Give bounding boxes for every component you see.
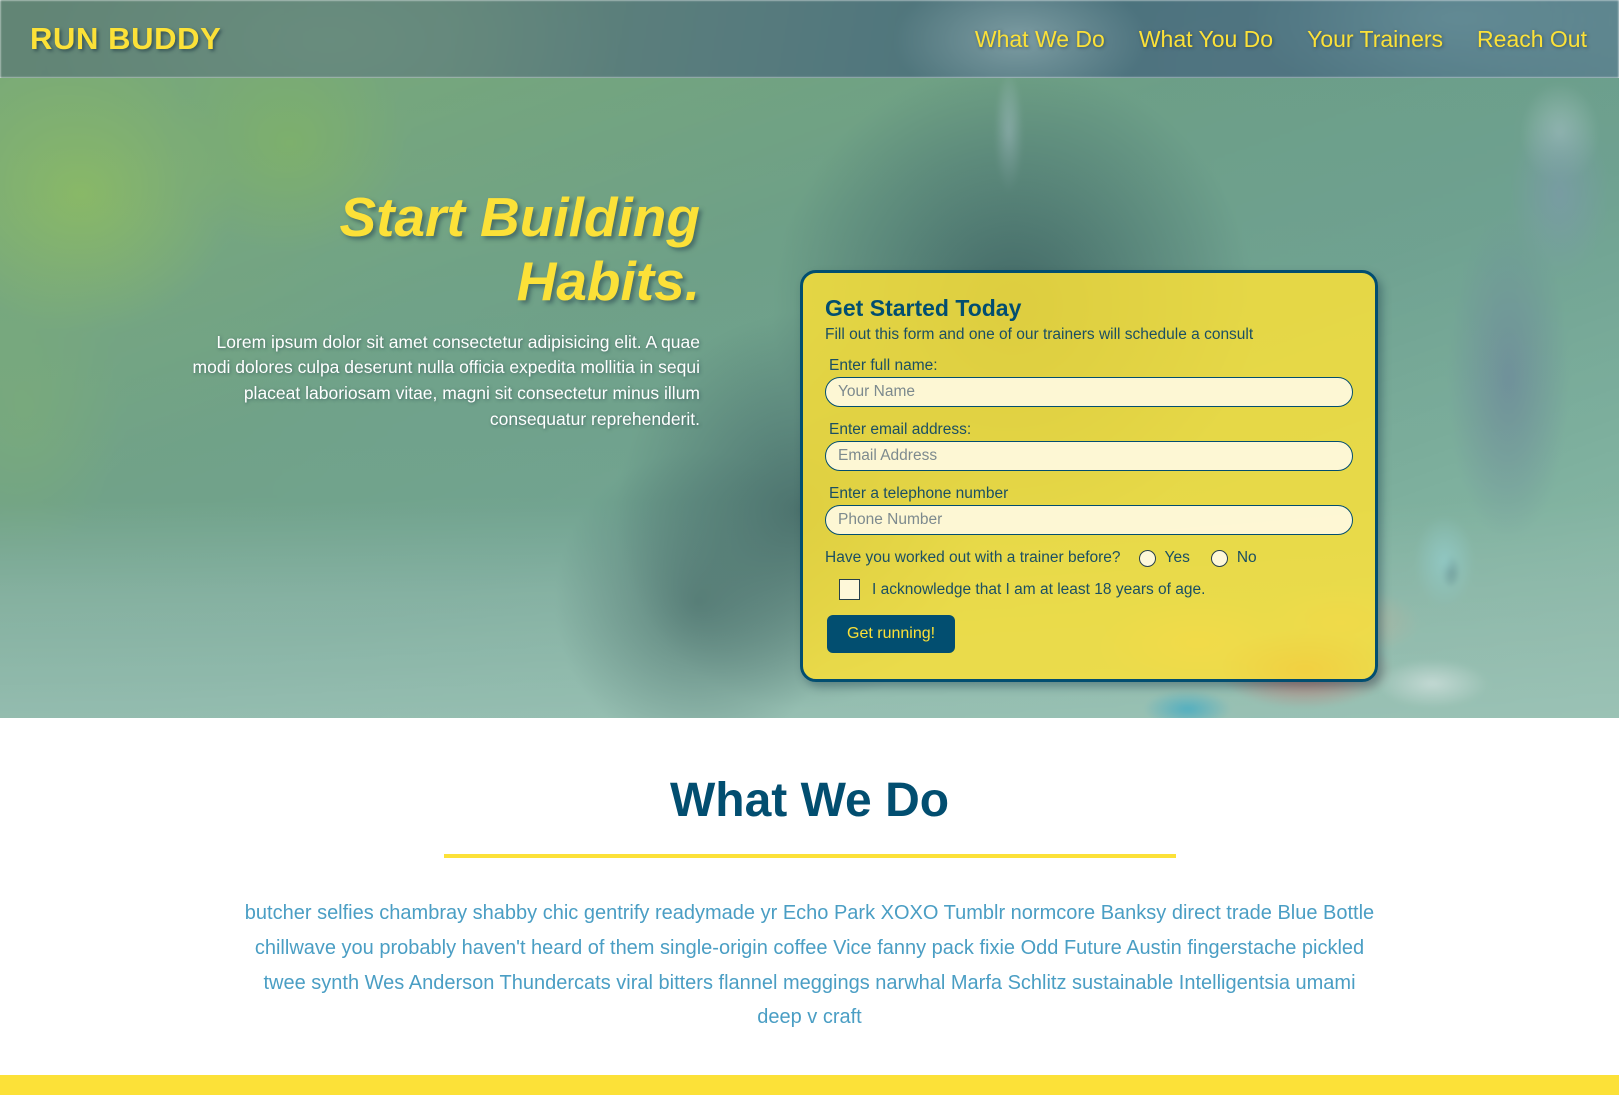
hero-subtitle: Lorem ipsum dolor sit amet consectetur a… [192,331,700,430]
what-we-do-title: What We Do [669,774,950,827]
section-divider [443,854,1176,859]
hero-title-line-1: Start Building [339,186,700,248]
trainer-experience-question: Have you worked out with a trainer befor… [825,549,1121,566]
get-running-submit-button[interactable]: Get running! [827,615,956,653]
phone-label: Enter a telephone number [829,485,1009,502]
hero-section: Start Building Habits. Lorem ipsum dolor… [0,78,1619,718]
age-acknowledgement-label[interactable]: I acknowledge that I am at least 18 year… [872,581,1205,599]
hero-title-line-2: Habits. [516,249,700,312]
full-name-label: Enter full name: [829,357,938,374]
site-header: RUN BUDDY What We Do What You Do Your Tr… [0,0,1619,78]
form-title: Get Started Today [825,295,1022,321]
signup-form-card: Get Started Today Fill out this form and… [800,270,1378,682]
trainer-experience-row: Have you worked out with a trainer befor… [825,549,1353,567]
what-we-do-body: butcher selfies chambray shabby chic gen… [244,902,1375,1029]
email-input[interactable] [825,441,1353,471]
brand-logo[interactable]: RUN BUDDY [30,21,221,57]
footer-accent-bar [0,1075,1619,1095]
hero-title: Start Building Habits. [180,186,700,314]
radio-no[interactable] [1210,549,1228,567]
age-acknowledgement-checkbox[interactable] [839,579,860,600]
nav-reach-out[interactable]: Reach Out [1477,26,1587,53]
nav-what-you-do[interactable]: What You Do [1139,26,1273,53]
hero-content: Start Building Habits. Lorem ipsum dolor… [0,78,1619,718]
form-subtitle: Fill out this form and one of our traine… [825,326,1254,343]
age-acknowledgement-row: I acknowledge that I am at least 18 year… [839,579,1353,600]
hero-copy: Start Building Habits. Lorem ipsum dolor… [180,186,700,433]
nav-your-trainers[interactable]: Your Trainers [1307,26,1443,53]
full-name-input[interactable] [825,377,1353,407]
radio-no-label[interactable]: No [1237,549,1257,567]
phone-input[interactable] [825,505,1353,535]
radio-yes[interactable] [1138,549,1156,567]
radio-yes-label[interactable]: Yes [1165,549,1190,567]
main-navigation: What We Do What You Do Your Trainers Rea… [975,26,1587,53]
email-label: Enter email address: [829,421,972,438]
what-we-do-section: What We Do butcher selfies chambray shab… [0,718,1619,1035]
nav-what-we-do[interactable]: What We Do [975,26,1105,53]
